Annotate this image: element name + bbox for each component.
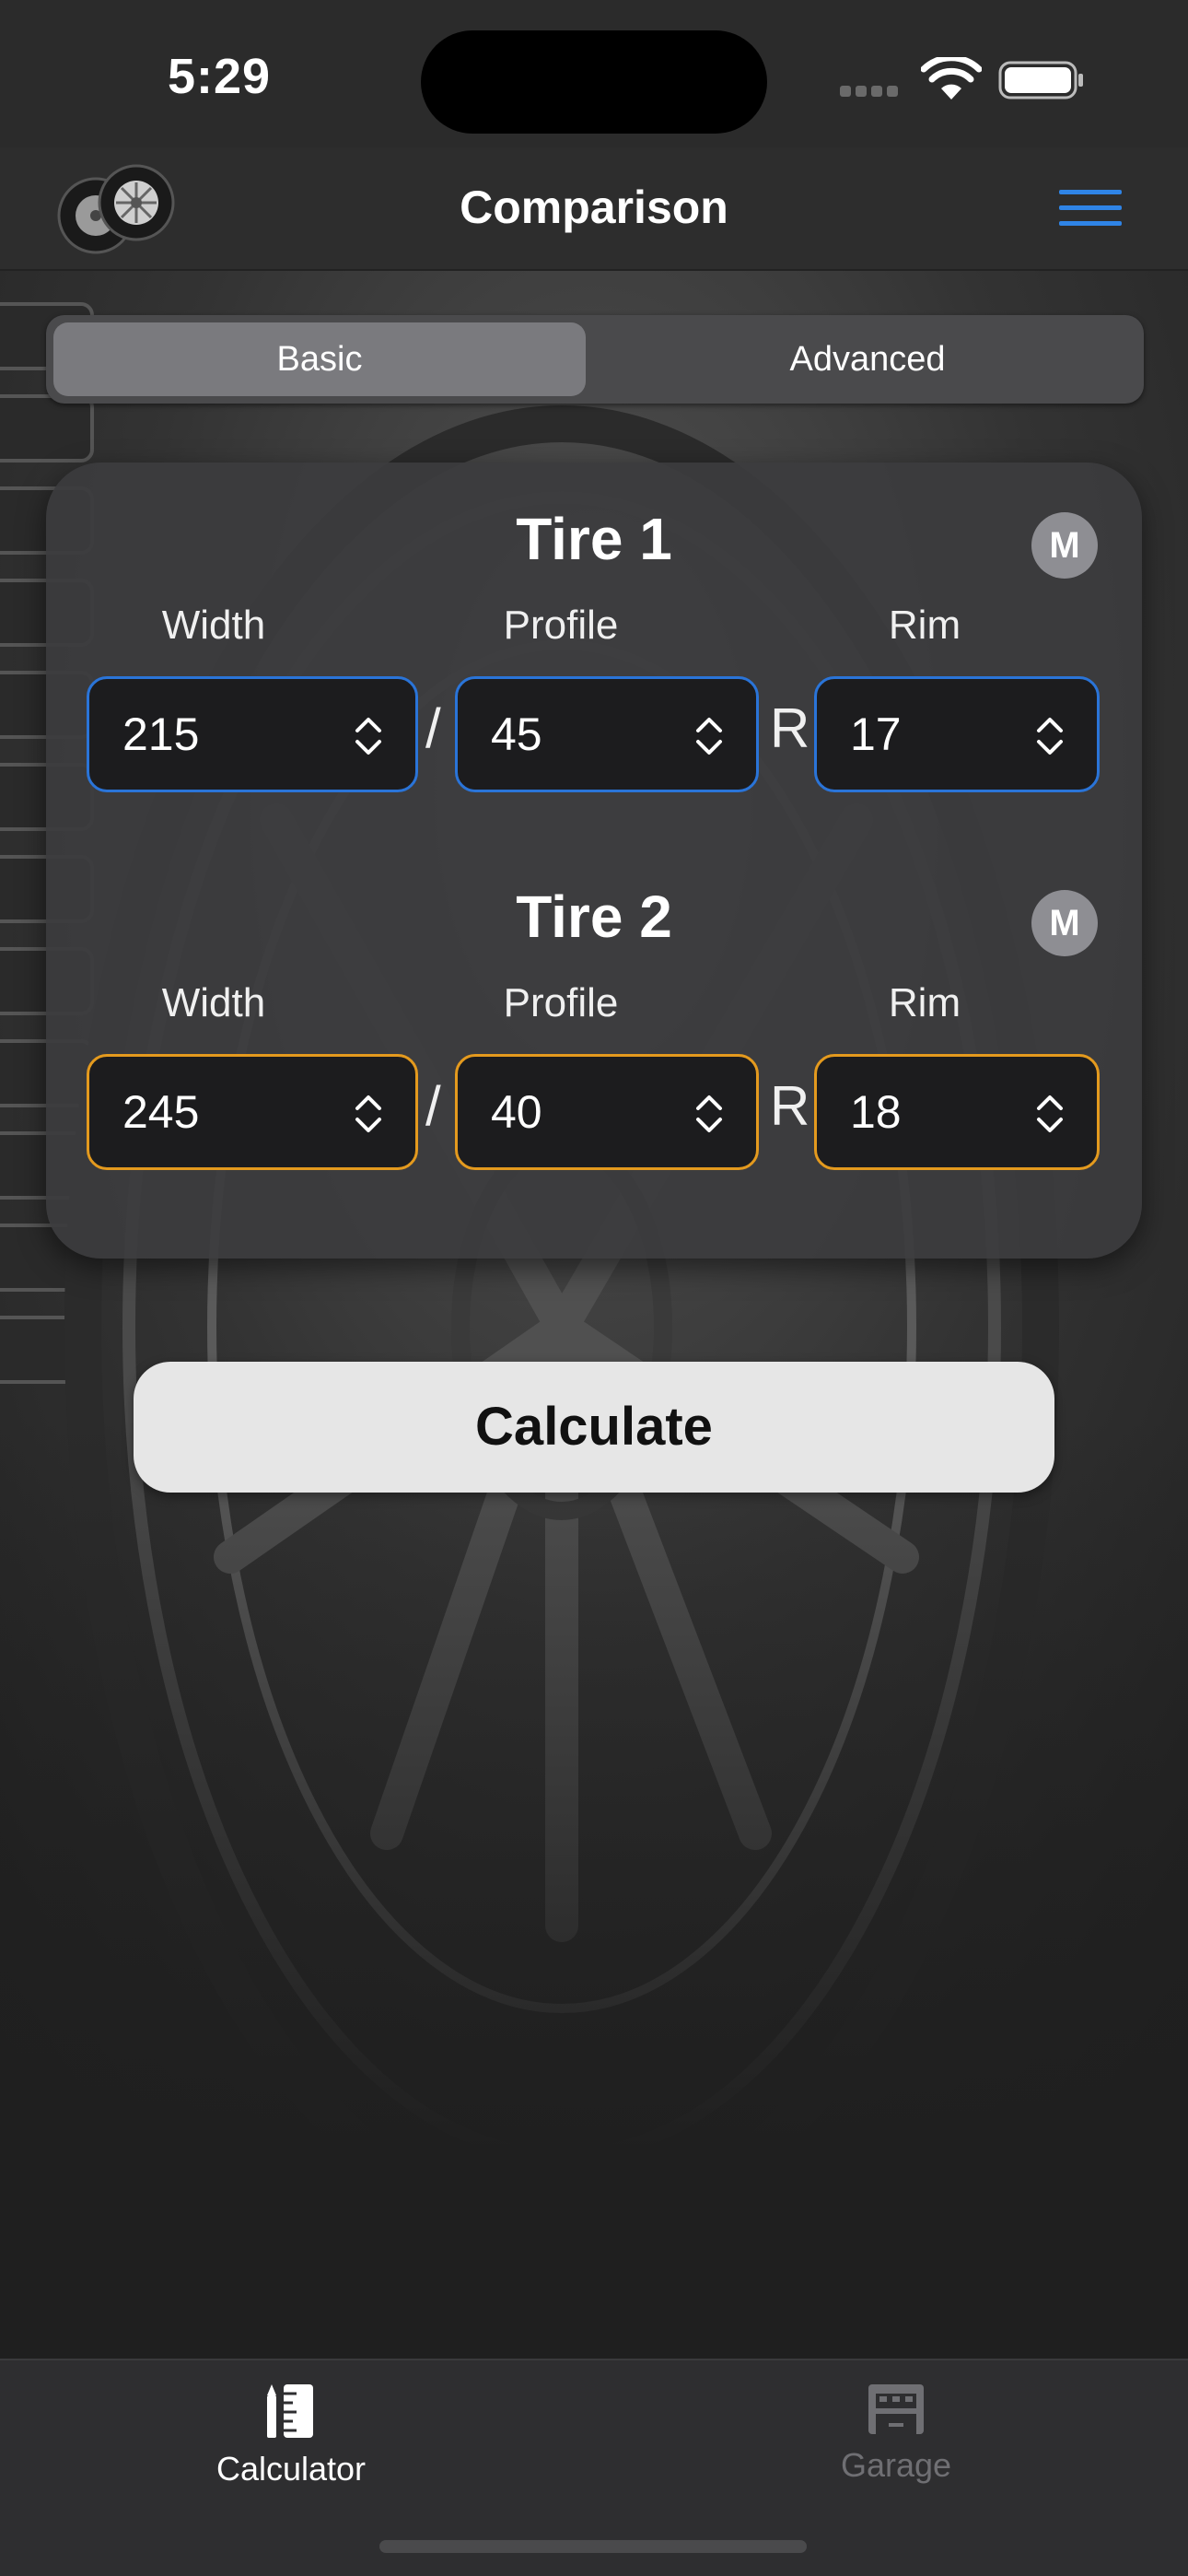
tire-2-profile-value: 40 [491,1086,542,1138]
status-bar: 5:29 [0,0,1188,147]
chevron-up-down-icon [696,1095,722,1132]
tire-2-rim-value: 18 [850,1086,902,1138]
tire-1-width-label: Width [161,603,266,648]
page-title: Comparison [460,181,728,233]
tire-2-slash: / [425,1075,441,1137]
navigation-bar: Comparison [0,147,1188,271]
tire-1-rim-value: 17 [850,708,902,760]
tire-2-profile-label: Profile [503,980,619,1025]
tire-2-width-value: 245 [122,1086,200,1138]
tire-input-card: Tire 1 M Width Profile Rim 215 / 45 R 17… [46,463,1142,1259]
tire-2-profile-picker[interactable]: 40 [455,1054,759,1170]
hamburger-menu-icon[interactable] [1059,190,1122,228]
tab-calculator-label: Calculator [215,2450,367,2488]
chevron-up-down-icon [355,1095,381,1132]
tire-1-profile-value: 45 [491,708,542,760]
tire-2-width-picker[interactable]: 245 [87,1054,418,1170]
segment-basic[interactable]: Basic [53,322,586,396]
segment-advanced[interactable]: Advanced [599,322,1136,396]
tire-1-profile-picker[interactable]: 45 [455,676,759,792]
tab-garage[interactable]: Garage [730,2383,1062,2485]
battery-icon [998,61,1083,100]
tire-1-m-badge[interactable]: M [1031,512,1098,579]
tire-2-width-label: Width [161,980,266,1025]
wifi-icon [921,57,982,100]
tire-1-title: Tire 1 [516,506,672,572]
cellular-signal-icon [840,85,904,98]
tab-garage-label: Garage [840,2446,952,2484]
tire-1-rim-label: Rim [888,603,961,648]
chevron-up-down-icon [355,718,381,755]
chevron-up-down-icon [1037,718,1063,755]
screen: 5:29 Comparison Basic Advanced Tire 1 M … [0,0,1188,2576]
status-time: 5:29 [168,49,272,104]
chevron-up-down-icon [696,718,722,755]
garage-icon [868,2384,924,2434]
tire-2-title: Tire 2 [516,884,672,950]
tab-calculator[interactable]: Calculator [125,2383,457,2488]
tire-1-profile-label: Profile [503,603,619,648]
tire-1-width-value: 215 [122,708,200,760]
tire-2-rim-prefix: R [770,1075,810,1137]
mode-segmented-control: Basic Advanced [46,315,1144,404]
chevron-up-down-icon [1037,1095,1063,1132]
home-indicator [379,2540,807,2553]
tire-2-rim-picker[interactable]: 18 [814,1054,1100,1170]
tire-2-rim-label: Rim [888,980,961,1025]
tire-1-slash: / [425,697,441,759]
dynamic-island [421,30,767,134]
tire-1-rim-prefix: R [770,697,810,759]
tire-1-rim-picker[interactable]: 17 [814,676,1100,792]
tire-1-width-picker[interactable]: 215 [87,676,418,792]
tire-2-m-badge[interactable]: M [1031,890,1098,956]
ruler-pencil-icon [267,2384,313,2438]
calculate-button[interactable]: Calculate [134,1362,1054,1493]
